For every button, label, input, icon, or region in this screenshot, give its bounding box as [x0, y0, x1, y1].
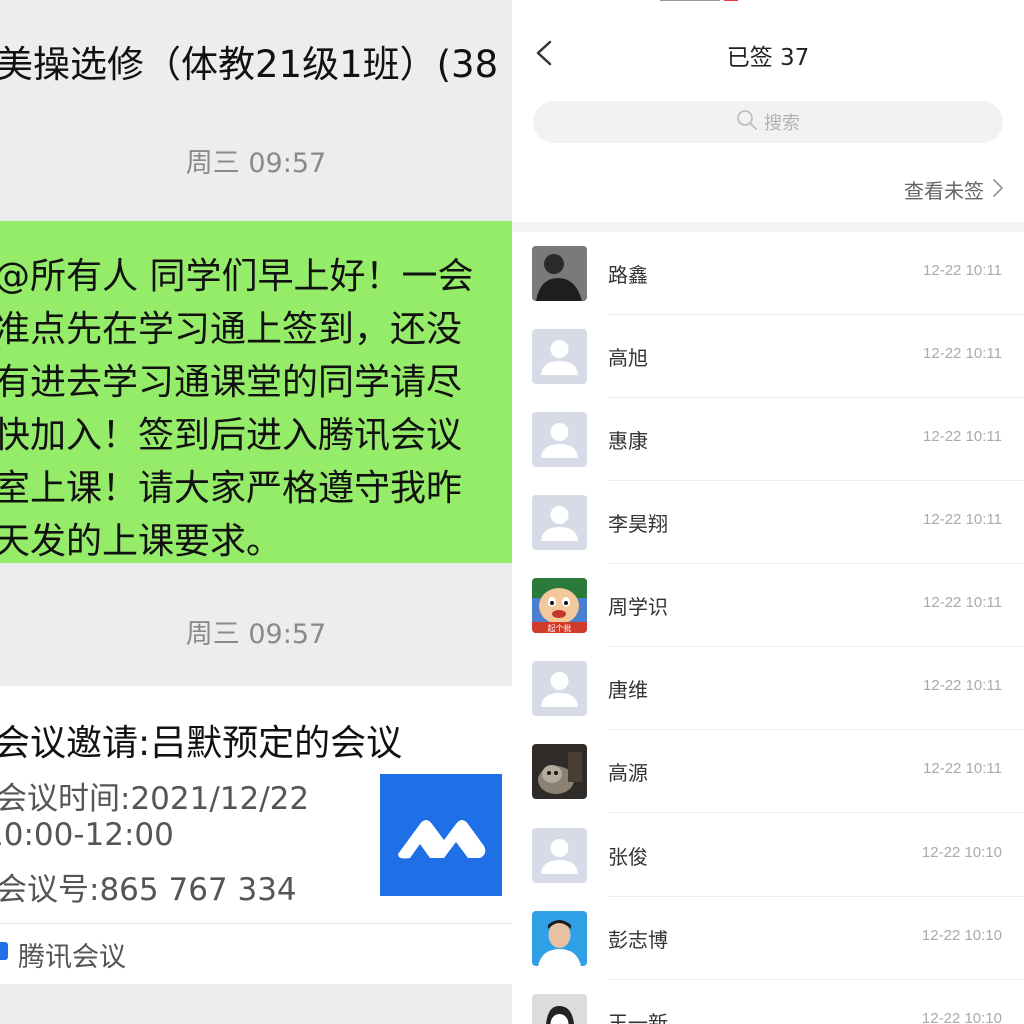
- meeting-invite-card[interactable]: 会议邀请:吕默预定的会议 会议时间:2021/12/22 10:00-12:00…: [0, 686, 512, 984]
- list-item[interactable]: 路鑫 12-22 10:11: [512, 232, 1024, 315]
- signin-time: 12-22 10:10: [921, 844, 1002, 861]
- tencent-meeting-small-icon: [0, 942, 8, 960]
- signin-time: 12-22 10:11: [923, 511, 1002, 528]
- member-name: 路鑫: [608, 263, 648, 287]
- meeting-number: 会议号:865 767 334: [0, 872, 297, 908]
- avatar: [532, 246, 587, 301]
- signin-time: 12-22 10:11: [923, 760, 1002, 777]
- list-item[interactable]: 张俊 12-22 10:10: [512, 814, 1024, 897]
- list-item[interactable]: 高旭 12-22 10:11: [512, 315, 1024, 398]
- view-unsigned-label: 查看未签: [904, 179, 984, 203]
- chat-panel: 美操选修（体教21级1班）(38 周三 09:57 @所有人 同学们早上好！一会…: [0, 0, 512, 1024]
- cat-photo-avatar: [532, 744, 587, 799]
- member-name: 唐维: [608, 678, 648, 702]
- search-input[interactable]: 搜索: [533, 101, 1003, 143]
- section-divider: [512, 222, 1024, 232]
- signin-time: 12-22 10:11: [923, 428, 1002, 445]
- message-line: 室上课！请大家严格遵守我昨: [0, 468, 463, 509]
- member-name: 李昊翔: [608, 512, 668, 536]
- default-avatar-icon: [532, 661, 587, 716]
- search-icon: [736, 109, 758, 135]
- status-bar: [652, 0, 1012, 4]
- member-name: 惠康: [608, 429, 648, 453]
- meeting-time: 会议时间:2021/12/22: [0, 781, 310, 817]
- meeting-time-range: 10:00-12:00: [0, 817, 174, 853]
- member-name: 高源: [608, 761, 648, 785]
- member-name: 张俊: [608, 845, 648, 869]
- member-name: 周学识: [608, 595, 668, 619]
- signin-time: 12-22 10:10: [921, 927, 1002, 944]
- cartoon-avatar: 起个批: [532, 578, 587, 633]
- avatar: [532, 994, 587, 1024]
- meeting-card-title: 会议邀请:吕默预定的会议: [0, 723, 403, 764]
- default-avatar-icon: [532, 412, 587, 467]
- list-item[interactable]: 惠康 12-22 10:11: [512, 398, 1024, 481]
- chat-message-bubble[interactable]: @所有人 同学们早上好！一会 准点先在学习通上签到，还没 有进去学习通课堂的同学…: [0, 221, 512, 563]
- member-name: 彭志博: [608, 928, 668, 952]
- message-line: 天发的上课要求。: [0, 521, 283, 562]
- row-divider: [608, 812, 1024, 813]
- card-divider: [0, 923, 512, 924]
- chat-timestamp: 周三 09:57: [185, 619, 327, 650]
- default-avatar-icon: [532, 495, 587, 550]
- signin-time: 12-22 10:11: [923, 677, 1002, 694]
- list-item[interactable]: 起个批 周学识 12-22 10:11: [512, 564, 1024, 647]
- member-name: 王一新: [608, 1011, 668, 1024]
- list-item[interactable]: 王一新 12-22 10:10: [512, 980, 1024, 1024]
- list-item[interactable]: 高源 12-22 10:11: [512, 730, 1024, 813]
- message-line: @所有人 同学们早上好！一会: [0, 256, 474, 297]
- signin-panel: 已签 37 搜索 查看未签 路鑫 12-22 10:11 高旭 12-22 10…: [512, 0, 1024, 1024]
- signin-time: 12-22 10:11: [923, 262, 1002, 279]
- page-title: 已签 37: [726, 45, 810, 71]
- member-name: 高旭: [608, 346, 648, 370]
- message-line: 快加入！签到后进入腾讯会议: [0, 415, 463, 456]
- tencent-meeting-logo-icon: [380, 774, 502, 896]
- avatar-caption: 起个批: [548, 623, 572, 633]
- default-avatar-icon: [532, 329, 587, 384]
- list-item[interactable]: 唐维 12-22 10:11: [512, 647, 1024, 730]
- search-placeholder: 搜索: [764, 113, 800, 134]
- message-line: 准点先在学习通上签到，还没: [0, 309, 463, 350]
- chat-title: 美操选修（体教21级1班）(38: [0, 43, 499, 86]
- list-item[interactable]: 李昊翔 12-22 10:11: [512, 481, 1024, 564]
- view-unsigned-link[interactable]: 查看未签: [904, 175, 1004, 204]
- card-source: 腾讯会议: [18, 942, 126, 973]
- default-avatar-icon: [532, 828, 587, 883]
- chat-timestamp: 周三 09:57: [185, 148, 327, 179]
- signin-time: 12-22 10:11: [923, 345, 1002, 362]
- portrait-photo-avatar: [532, 911, 587, 966]
- chevron-right-icon: [992, 178, 1004, 202]
- signin-time: 12-22 10:11: [923, 594, 1002, 611]
- list-item[interactable]: 彭志博 12-22 10:10: [512, 897, 1024, 980]
- signin-time: 12-22 10:10: [921, 1010, 1002, 1024]
- message-line: 有进去学习通课堂的同学请尽: [0, 362, 463, 403]
